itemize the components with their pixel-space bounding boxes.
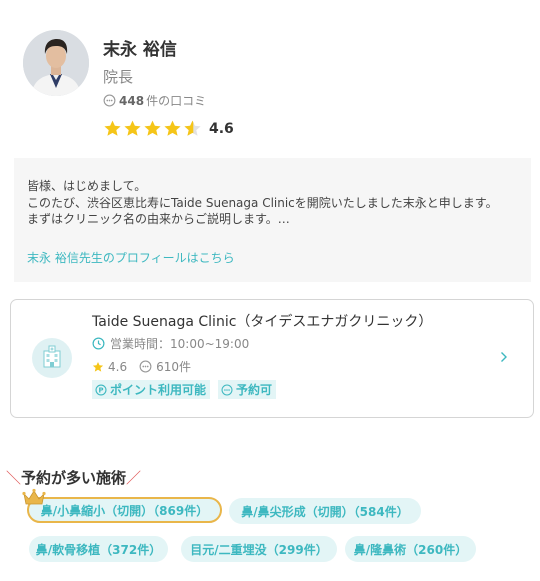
clinic-rating: 4.6 — [108, 359, 128, 374]
doctor-name[interactable]: 末永 裕信 — [103, 35, 177, 60]
popular-title-text: 予約が多い施術 — [21, 469, 127, 487]
star-icon — [144, 120, 161, 136]
review-count-label: 件の口コミ — [146, 94, 207, 108]
points-icon: P — [95, 383, 107, 396]
greeting-line: このたび、渋谷区恵比寿にTaide Suenaga Clinicを開院いたしまし… — [27, 195, 498, 210]
comment-icon — [139, 360, 152, 373]
doctor-title: 院長 — [103, 68, 134, 86]
comment-icon — [221, 384, 233, 395]
doctor-review-count[interactable]: 448 件の口コミ — [103, 92, 206, 109]
doctor-profile-link[interactable]: 末永 裕信先生のプロフィールはこちら — [27, 249, 235, 266]
clinic-hours: 営業時間：10:00~19:00 — [92, 335, 249, 352]
greeting-box: 皆様、はじめまして。 このたび、渋谷区恵比寿にTaide Suenaga Cli… — [14, 158, 531, 282]
popular-treatments-title: ＼ 予約が多い施術 ／ — [6, 467, 141, 488]
star-icon — [92, 361, 104, 372]
svg-text:P: P — [98, 386, 103, 394]
clock-icon — [92, 337, 105, 350]
review-count-value: 448 — [119, 93, 145, 108]
treatment-chip-3[interactable]: 鼻/軟骨移植（372件） — [29, 536, 168, 562]
greeting-line: まずはクリニック名の由来からご説明します。… — [27, 212, 290, 226]
booking-tag-label: 予約可 — [236, 383, 273, 397]
booking-tag: 予約可 — [218, 380, 277, 399]
chevron-right-icon[interactable] — [500, 351, 508, 363]
doctor-rating: 4.6 — [103, 119, 234, 138]
star-icon — [104, 120, 121, 136]
clinic-name[interactable]: Taide Suenaga Clinic（タイデスエナガクリニック） — [92, 311, 432, 331]
greeting-line: 皆様、はじめまして。 — [27, 179, 147, 193]
treatment-chip-5[interactable]: 鼻/隆鼻術（260件） — [345, 536, 476, 562]
rating-stars — [103, 119, 203, 138]
clinic-tags: P ポイント利用可能 予約可 — [92, 380, 284, 399]
star-icon — [164, 120, 181, 136]
clinic-hours-text: 営業時間：10:00~19:00 — [110, 337, 250, 351]
points-tag-label: ポイント利用可能 — [110, 383, 207, 397]
hospital-icon — [32, 338, 72, 378]
doctor-avatar — [23, 30, 89, 96]
crown-icon — [22, 488, 46, 505]
treatment-chip-1[interactable]: 鼻/小鼻縮小（切開）（869件） — [27, 497, 222, 523]
clinic-review-count: 610件 — [156, 360, 191, 374]
rating-value: 4.6 — [209, 120, 234, 137]
comment-icon — [103, 94, 116, 107]
clinic-stats: 4.6 610件 — [92, 358, 191, 375]
star-icon — [124, 120, 141, 136]
title-decoration: ＼ — [6, 469, 22, 487]
points-tag: P ポイント利用可能 — [92, 380, 211, 399]
half-star-icon — [184, 120, 201, 136]
title-decoration: ／ — [126, 469, 142, 487]
treatment-chip-2[interactable]: 鼻/鼻尖形成（切開）（584件） — [229, 498, 421, 524]
treatment-chip-4[interactable]: 目元/二重埋没（299件） — [181, 536, 337, 562]
clinic-card[interactable]: Taide Suenaga Clinic（タイデスエナガクリニック） 営業時間：… — [10, 299, 534, 418]
